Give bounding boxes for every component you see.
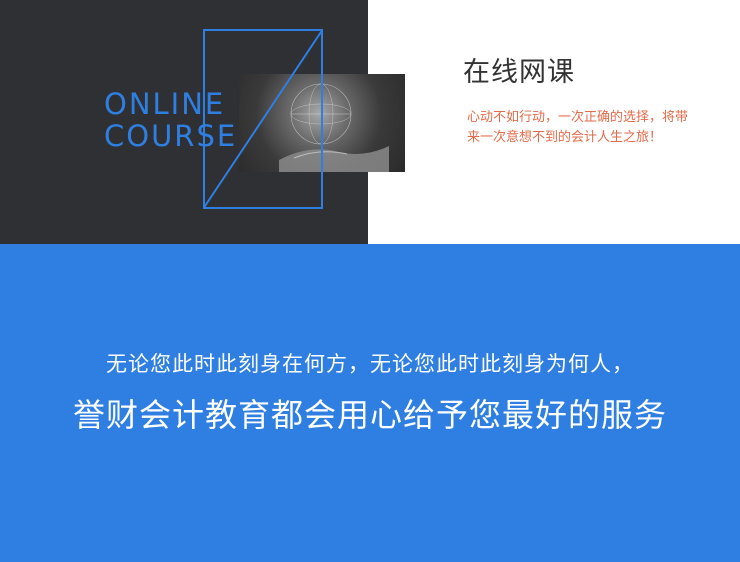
hero-description: 心动不如行动，一次正确的选择，将带 来一次意想不到的会计人生之旅！ [467, 108, 727, 148]
banner-line2: 誉财会计教育都会用心给予您最好的服务 [72, 396, 667, 434]
online-course-heading: ONLINE COURSE [104, 88, 237, 152]
banner-line1: 无论您此时此刻身在何方，无论您此时此刻身为何人， [106, 352, 634, 376]
description-line2: 来一次意想不到的会计人生之旅！ [467, 130, 663, 145]
description-line1: 心动不如行动，一次正确的选择，将带 [467, 110, 689, 125]
page-title: 在线网课 [463, 57, 575, 88]
service-banner: 无论您此时此刻身在何方，无论您此时此刻身为何人， 誉财会计教育都会用心给予您最好… [0, 244, 740, 562]
online-course-line2: COURSE [104, 119, 238, 153]
online-course-line1: ONLINE [104, 87, 226, 121]
